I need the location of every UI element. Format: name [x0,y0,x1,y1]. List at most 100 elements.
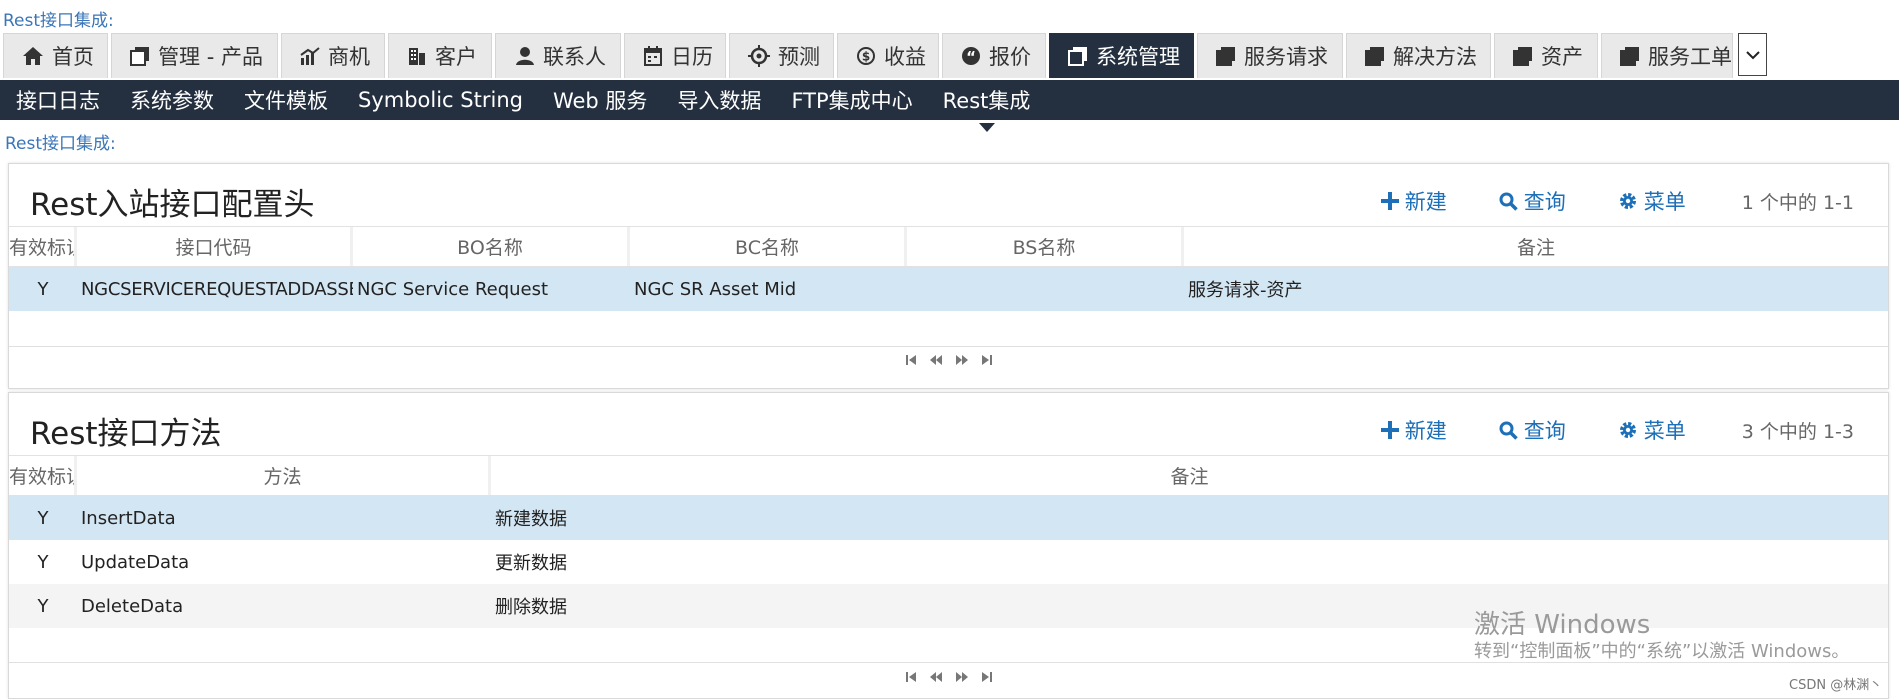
next-page-icon[interactable] [955,671,969,683]
col-header-remark[interactable]: 备注 [491,456,1888,495]
subnav-symbolic-string[interactable]: Symbolic String [358,88,523,112]
first-page-icon[interactable] [905,354,917,366]
cell-remark: 服务请求-资产 [1188,280,1303,301]
tab-label: 联系人 [543,45,606,69]
tab-service-request[interactable]: 服务请求 [1197,33,1343,78]
square-icon [130,45,150,67]
table-row[interactable]: Y UpdateData 更新数据 [9,540,1888,584]
table-header: 有效标识 方法 备注 [9,455,1888,496]
tab-product-admin[interactable]: 管理 - 产品 [111,33,278,78]
tab-customer[interactable]: 客户 [388,33,492,78]
cell-method: DeleteData [81,595,184,617]
first-page-icon[interactable] [905,671,917,683]
square-icon [1216,45,1236,67]
panel-title: Rest接口方法 [30,416,222,452]
menu-button[interactable]: 菜单 [1618,186,1686,216]
subnav-rest-integration[interactable]: Rest集成 [943,85,1030,132]
home-icon [22,45,44,67]
tab-contacts[interactable]: 联系人 [495,33,621,78]
new-button-label: 新建 [1404,419,1447,443]
breadcrumb-top[interactable]: Rest接口集成: [3,6,114,31]
cell-interface-code: NGCSERVICEREQUESTADDASSET [81,278,353,300]
last-page-icon[interactable] [981,354,993,366]
panel-actions: 新建 查询 菜单 3 个中的 1-3 [1380,415,1888,445]
chart-icon [300,45,320,67]
tab-revenue[interactable]: $ 收益 [837,33,939,78]
col-header-bo-name[interactable]: BO名称 [353,227,630,266]
tab-label: 收益 [884,45,926,69]
config-table: 有效标识 接口代码 BO名称 BC名称 BS名称 备注 Y NGCSERVICE… [9,226,1888,311]
tab-label: 服务工单 [1648,45,1732,69]
search-icon [1499,421,1518,440]
query-button[interactable]: 查询 [1499,186,1566,216]
prev-page-icon[interactable] [929,671,943,683]
cell-bo-name: NGC Service Request [357,278,549,300]
tab-label: 管理 - 产品 [158,45,263,69]
methods-table: 有效标识 方法 备注 Y InsertData 新建数据 Y UpdateDat… [9,455,1888,628]
tab-forecast[interactable]: 预测 [729,33,834,78]
tabs-more-dropdown[interactable] [1738,33,1767,76]
subnav-import-data[interactable]: 导入数据 [677,85,761,115]
col-header-bc-name[interactable]: BC名称 [630,227,907,266]
calendar-icon [643,45,663,67]
subnav-web-services[interactable]: Web 服务 [553,85,647,115]
tab-opportunity[interactable]: 商机 [281,33,385,78]
tab-label: 系统管理 [1096,45,1180,69]
subnav-ftp-center[interactable]: FTP集成中心 [791,85,912,115]
tab-home[interactable]: 首页 [3,33,108,78]
csdn-watermark: CSDN @林渊丶 [1789,678,1883,693]
new-button-label: 新建 [1404,190,1447,214]
last-page-icon[interactable] [981,671,993,683]
sub-nav-bar: 接口日志 系统参数 文件模板 Symbolic String Web 服务 导入… [0,80,1899,132]
table-header: 有效标识 接口代码 BO名称 BC名称 BS名称 备注 [9,226,1888,267]
square-icon [1513,45,1533,67]
cell-active: Y [37,278,49,300]
tab-label: 预测 [778,45,820,69]
quote-icon: “ [961,45,981,67]
subnav-interface-log[interactable]: 接口日志 [16,85,100,115]
tab-assets[interactable]: 资产 [1494,33,1598,78]
col-header-method[interactable]: 方法 [77,456,491,495]
person-icon [514,45,535,67]
table-row[interactable]: Y NGCSERVICEREQUESTADDASSET NGC Service … [9,267,1888,311]
tab-label: 服务请求 [1244,45,1328,69]
table-row[interactable]: Y InsertData 新建数据 [9,496,1888,540]
tab-quote[interactable]: “ 报价 [942,33,1046,78]
tab-service-order[interactable]: 服务工单 [1601,33,1733,78]
tab-label: 报价 [989,45,1031,69]
tab-system-admin[interactable]: 系统管理 [1049,33,1194,78]
next-page-icon[interactable] [955,354,969,366]
cell-active: Y [37,595,49,617]
prev-page-icon[interactable] [929,354,943,366]
breadcrumb[interactable]: Rest接口集成: [5,129,116,154]
subnav-system-params[interactable]: 系统参数 [130,85,214,115]
col-header-interface-code[interactable]: 接口代码 [77,227,353,266]
svg-text:$: $ [862,50,870,64]
tab-label: 客户 [435,45,477,69]
gear-icon [1619,422,1636,438]
tab-calendar[interactable]: 日历 [624,33,726,78]
record-count: 3 个中的 1-3 [1741,420,1854,443]
menu-button-label: 菜单 [1643,419,1686,443]
tab-label: 商机 [328,45,370,69]
new-button[interactable]: 新建 [1380,415,1447,445]
col-header-active[interactable]: 有效标识 [9,456,77,495]
target-icon [748,45,770,67]
cell-remark: 更新数据 [495,553,567,574]
cell-active: Y [37,507,49,529]
col-header-active[interactable]: 有效标识 [9,227,77,266]
query-button[interactable]: 查询 [1499,415,1566,445]
new-button[interactable]: 新建 [1380,186,1447,216]
menu-button[interactable]: 菜单 [1618,415,1686,445]
tab-label: 首页 [52,45,94,69]
tab-label: 资产 [1541,45,1583,69]
col-header-bs-name[interactable]: BS名称 [907,227,1184,266]
building-icon [407,45,427,67]
tab-solutions[interactable]: 解决方法 [1346,33,1491,78]
svg-text:“: “ [966,48,976,66]
query-button-label: 查询 [1523,419,1566,443]
windows-activation-hint: 转到“控制面板”中的“系统”以激活 Windows。 [1474,641,1850,662]
col-header-remark[interactable]: 备注 [1184,227,1888,266]
main-tab-bar: 首页 管理 - 产品 商机 客户 联系人 日历 预测 $ 收益 “ 报价 系统管… [3,33,1767,80]
subnav-file-templates[interactable]: 文件模板 [244,85,328,115]
